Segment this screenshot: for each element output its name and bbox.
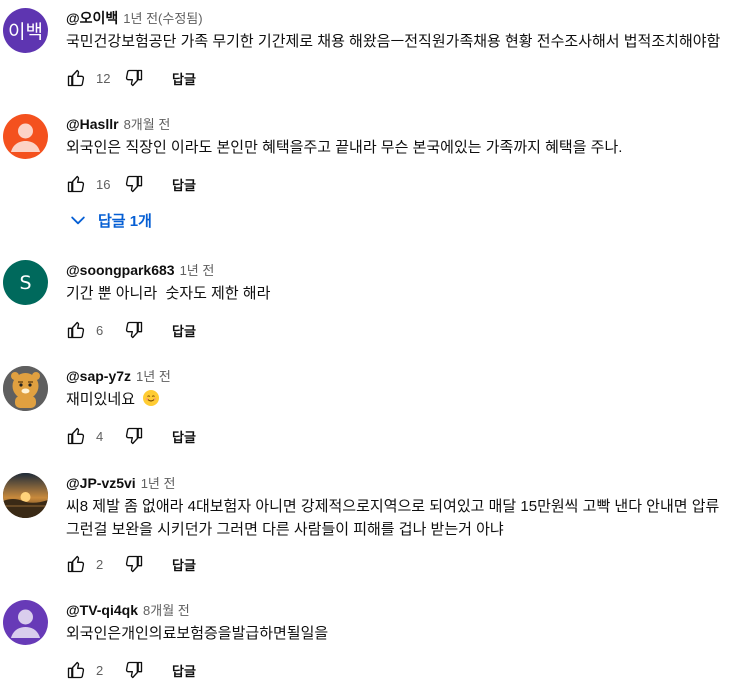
comment-text: 외국인은 직장인 이라도 본인만 혜택을주고 끝내라 무슨 본국에있는 가족까지… <box>66 139 623 156</box>
thumbs-down-icon[interactable] <box>124 68 144 88</box>
thumbs-down-icon[interactable] <box>124 554 144 574</box>
lion-character-icon <box>3 366 48 411</box>
show-replies-button[interactable]: 답글 1개 <box>68 208 152 232</box>
chevron-down-icon <box>68 210 88 230</box>
thumbs-up-icon[interactable] <box>66 554 86 574</box>
default-person-icon <box>11 609 40 638</box>
show-replies-label: 답글 1개 <box>98 212 152 230</box>
reply-button[interactable]: 답글 <box>172 69 196 88</box>
thumbs-down-icon[interactable] <box>124 426 144 446</box>
like-count: 6 <box>96 322 104 338</box>
comment-text: 재미있네요 <box>66 391 136 408</box>
thumbs-down-icon[interactable] <box>124 320 144 340</box>
like-count: 4 <box>96 428 104 444</box>
avatar[interactable]: S <box>3 260 48 305</box>
comment-actions: 4 답글 <box>66 424 196 448</box>
comment-time[interactable]: 8개월 전 <box>124 117 171 132</box>
thumbs-up-icon[interactable] <box>66 320 86 340</box>
comment-actions: 2 답글 <box>66 658 196 682</box>
thumbs-down-icon[interactable] <box>124 660 144 680</box>
smiling-face-emoji-icon <box>143 390 160 406</box>
comment-time[interactable]: 1년 전 <box>180 263 215 278</box>
comment-text: 국민건강보험공단 가족 무기한 기간제로 채용 해왔음ㅡ전직원가족채용 현황 전… <box>66 33 721 50</box>
comment-body: @soongpark683 1년 전 기간 뿐 아니라 숫자도 제한 해라 6 답… <box>66 260 751 339</box>
comment-body: @오이백 1년 전(수정됨) 국민건강보험공단 가족 무기한 기간제로 채용 해왔… <box>66 8 751 87</box>
reply-button[interactable]: 답글 <box>172 321 196 340</box>
comment-author[interactable]: @Hasllr <box>66 116 119 132</box>
comment-header: @JP-vz5vi 1년 전 <box>66 473 751 493</box>
comment-header: @오이백 1년 전(수정됨) <box>66 8 751 28</box>
comment-header: @sap-y7z 1년 전 <box>66 366 751 386</box>
comment-author[interactable]: @JP-vz5vi <box>66 475 136 491</box>
comment-body: @JP-vz5vi 1년 전 씨8 제발 좀 없애라 4대보험자 아니면 강제적으… <box>66 473 751 573</box>
comment-text: 씨8 제발 좀 없애라 4대보험자 아니면 강제적으로지역으로 되여있고 매달 … <box>66 495 751 541</box>
comment-header: @Hasllr 8개월 전 <box>66 114 751 134</box>
default-person-icon <box>11 123 40 152</box>
comment-header: @TV-qi4qk 8개월 전 <box>66 600 751 620</box>
reply-button[interactable]: 답글 <box>172 555 196 574</box>
comment-text-row: 재미있네요 <box>66 388 751 411</box>
comment-body: @Hasllr 8개월 전 외국인은 직장인 이라도 본인만 혜택을주고 끝내라 … <box>66 114 751 193</box>
avatar[interactable] <box>3 600 48 645</box>
comment-time[interactable]: 1년 전(수정됨) <box>123 11 202 26</box>
reply-button[interactable]: 답글 <box>172 661 196 680</box>
comment-time[interactable]: 8개월 전 <box>143 603 190 618</box>
avatar[interactable]: 이백 <box>3 8 48 53</box>
sunset-photo-icon <box>3 473 48 518</box>
thumbs-up-icon[interactable] <box>66 660 86 680</box>
like-count: 2 <box>96 556 104 572</box>
avatar[interactable] <box>3 114 48 159</box>
comment-actions: 6 답글 <box>66 318 196 342</box>
comment-time[interactable]: 1년 전 <box>136 369 171 384</box>
comment-body: @sap-y7z 1년 전 재미있네요 4 답글 <box>66 366 751 445</box>
comment-header: @soongpark683 1년 전 <box>66 260 751 280</box>
comment-body: @TV-qi4qk 8개월 전 외국인은개인의료보험증을발급하면될일을 2 답글 <box>66 600 751 679</box>
comment-text: 외국인은개인의료보험증을발급하면될일을 <box>66 625 329 642</box>
comment-author[interactable]: @soongpark683 <box>66 262 175 278</box>
like-count: 2 <box>96 662 104 678</box>
reply-button[interactable]: 답글 <box>172 175 196 194</box>
reply-button[interactable]: 답글 <box>172 427 196 446</box>
comment-author[interactable]: @오이백 <box>66 10 118 26</box>
comment-text-line: 씨8 제발 좀 없애라 4대보험자 아니면 강제적으로지역으로 되여있고 매달 … <box>66 498 720 515</box>
comment-actions: 16 답글 <box>66 172 196 196</box>
comment-text: 기간 뿐 아니라 숫자도 제한 해라 <box>66 285 271 302</box>
like-count: 16 <box>96 176 111 192</box>
thumbs-up-icon[interactable] <box>66 174 86 194</box>
avatar[interactable] <box>3 366 48 411</box>
comment-author[interactable]: @TV-qi4qk <box>66 602 138 618</box>
avatar-initials: S <box>19 271 32 294</box>
like-count: 12 <box>96 70 111 86</box>
comment-text-line: 그런걸 보완을 시키던가 그러면 다른 사람들이 피해를 겁나 받는거 아냐 <box>66 521 504 538</box>
comment-actions: 2 답글 <box>66 552 196 576</box>
comment-time[interactable]: 1년 전 <box>141 476 176 491</box>
avatar[interactable] <box>3 473 48 518</box>
comment-actions: 12 답글 <box>66 66 196 90</box>
avatar-initials: 이백 <box>8 21 43 43</box>
thumbs-down-icon[interactable] <box>124 174 144 194</box>
thumbs-up-icon[interactable] <box>66 426 86 446</box>
thumbs-up-icon[interactable] <box>66 68 86 88</box>
comment-author[interactable]: @sap-y7z <box>66 368 131 384</box>
